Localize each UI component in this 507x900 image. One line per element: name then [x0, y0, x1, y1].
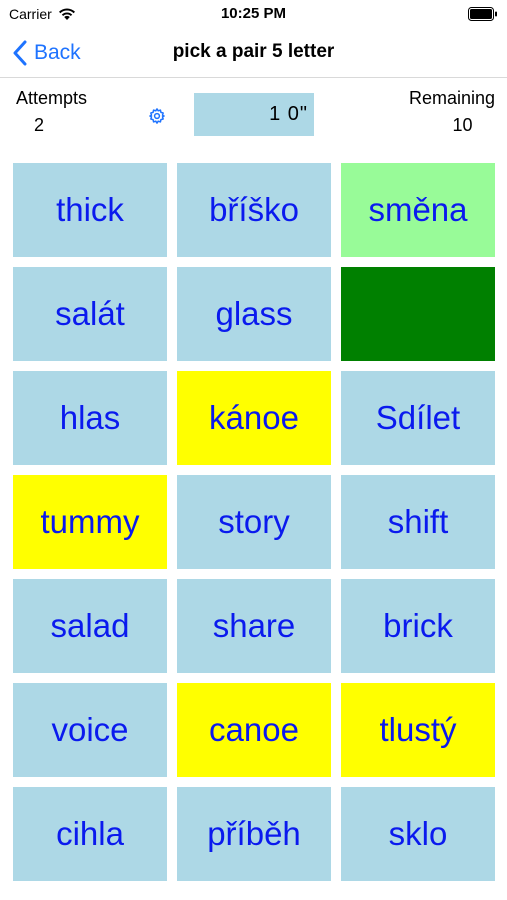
word-tile[interactable]: kánoe — [177, 371, 331, 465]
navigation-bar: Back pick a pair 5 letter — [0, 28, 507, 78]
word-tile-grid: thick bříško směna salát glass hlas kánoe Sdíle… — [13, 163, 495, 881]
word-tile[interactable]: hlas — [13, 371, 167, 465]
word-tile[interactable]: shift — [341, 475, 495, 569]
word-tile[interactable]: příběh — [177, 787, 331, 881]
word-tile[interactable]: směna — [341, 163, 495, 257]
chevron-left-icon — [13, 40, 27, 66]
word-tile[interactable]: voice — [13, 683, 167, 777]
word-tile[interactable]: salad — [13, 579, 167, 673]
status-time: 10:25 PM — [220, 5, 287, 22]
word-tile[interactable]: bříško — [177, 163, 331, 257]
status-bar: Carrier 10:25 PM — [0, 0, 507, 28]
back-button[interactable]: Back — [12, 38, 81, 68]
game-info-row: Attempts 2 1 0" Remaining 10 — [0, 80, 507, 150]
attempts-value: 2 — [33, 115, 44, 135]
battery-icon — [468, 7, 497, 21]
word-tile[interactable]: Sdílet — [341, 371, 495, 465]
remaining-value: 10 — [452, 115, 473, 135]
word-tile[interactable]: tlustý — [341, 683, 495, 777]
timer-display: 1 0" — [194, 93, 314, 136]
word-tile[interactable]: story — [177, 475, 331, 569]
word-tile[interactable]: salát — [13, 267, 167, 361]
word-tile[interactable]: brick — [341, 579, 495, 673]
word-tile[interactable]: tummy — [13, 475, 167, 569]
word-tile[interactable]: sklo — [341, 787, 495, 881]
back-button-label: Back — [34, 41, 81, 64]
remaining-counter: Remaining 10 — [385, 88, 495, 136]
word-tile[interactable]: cihla — [13, 787, 167, 881]
word-tile[interactable]: canoe — [177, 683, 331, 777]
word-tile[interactable]: glass — [177, 267, 331, 361]
word-tile[interactable] — [341, 267, 495, 361]
word-tile[interactable]: thick — [13, 163, 167, 257]
gear-icon[interactable] — [148, 107, 166, 125]
attempts-counter: Attempts 2 — [16, 88, 106, 136]
word-tile[interactable]: share — [177, 579, 331, 673]
remaining-label: Remaining — [408, 88, 495, 108]
attempts-label: Attempts — [16, 88, 88, 108]
